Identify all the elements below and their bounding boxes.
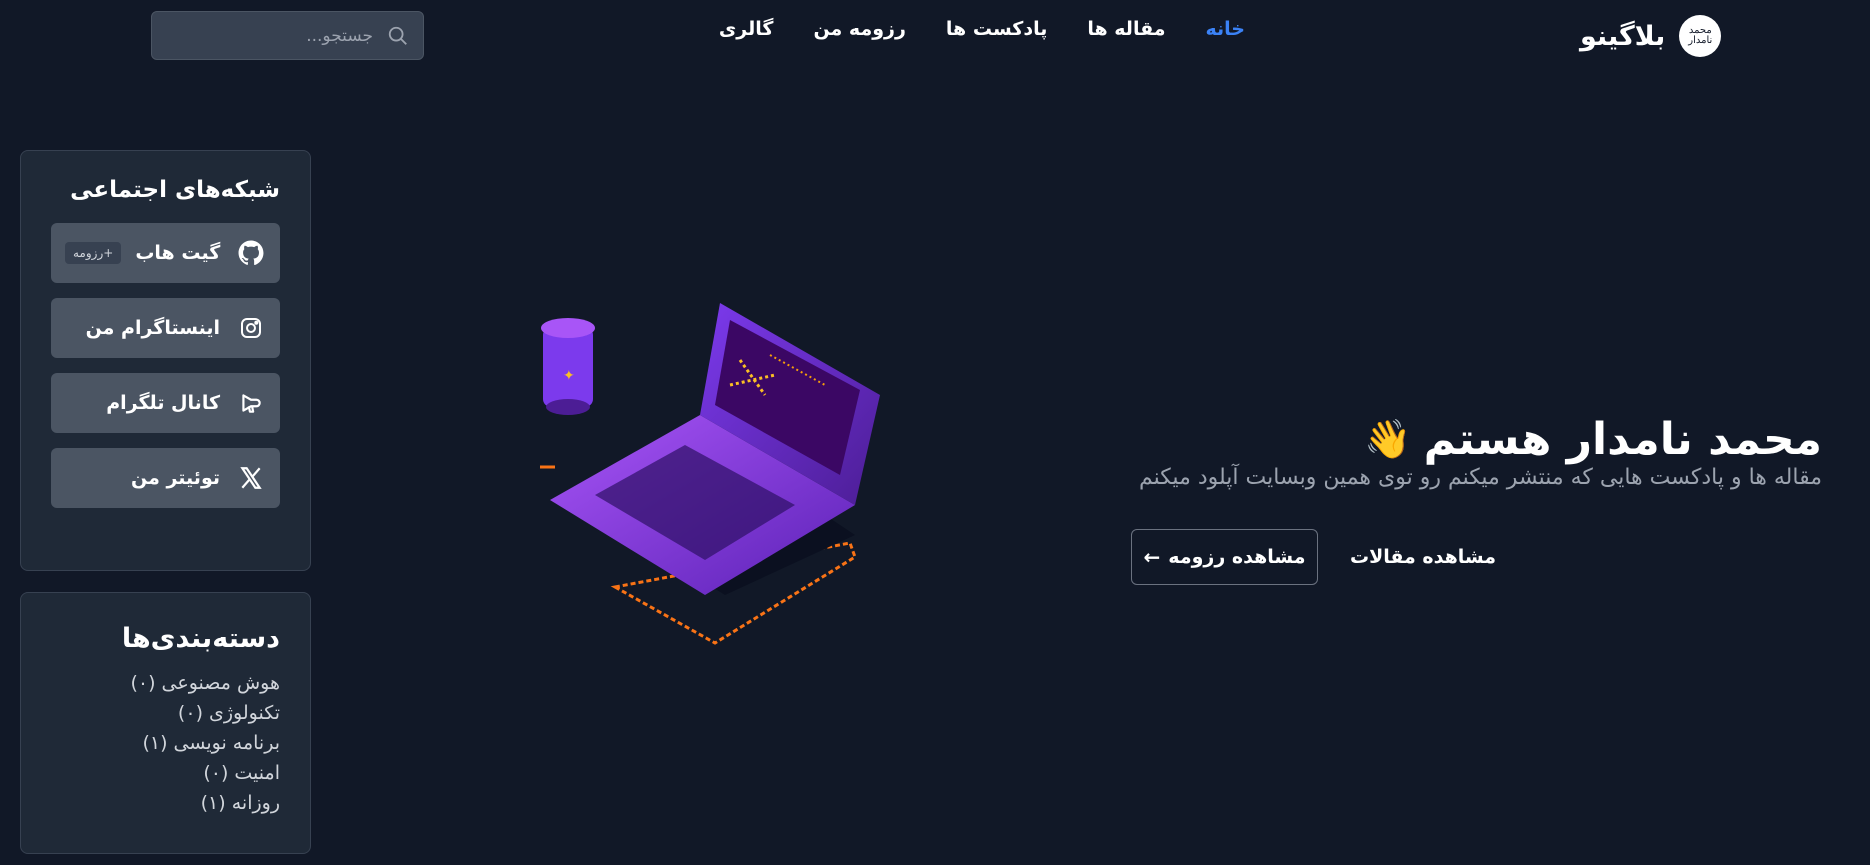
brand[interactable]: محمد نامدار بلاگینو xyxy=(1580,15,1722,57)
instagram-icon xyxy=(236,313,266,343)
x-icon xyxy=(236,463,266,493)
nav-resume[interactable]: رزومه من xyxy=(813,18,905,40)
social-github-label: گیت هاب xyxy=(135,242,221,264)
nav-gallery[interactable]: گالری xyxy=(719,18,774,40)
waving-hand-icon: 👋 xyxy=(1364,417,1412,462)
view-resume-label: مشاهده رزومه xyxy=(1168,546,1306,568)
arrow-left-icon: ← xyxy=(1143,545,1161,569)
category-daily[interactable]: روزانه (۱) xyxy=(51,788,280,818)
social-telegram-button[interactable]: کانال تلگرام xyxy=(51,373,280,433)
social-twitter-label: توئیتر من xyxy=(131,467,220,489)
resume-badge: +رزومه xyxy=(65,242,122,264)
nav-podcasts[interactable]: پادکست ها xyxy=(946,18,1047,40)
main-nav: خانه مقاله ها پادکست ها رزومه من گالری xyxy=(719,18,1245,40)
svg-text:✦: ✦ xyxy=(563,368,575,384)
nav-home[interactable]: خانه xyxy=(1206,18,1245,40)
hero-title: محمد نامدار هستم 👋 xyxy=(1364,414,1822,465)
megaphone-icon xyxy=(236,388,266,418)
category-security[interactable]: امنیت (۰) xyxy=(51,758,280,788)
social-card: شبکه‌های اجتماعی گیت هاب +رزومه اینستاگر… xyxy=(20,150,311,571)
search-icon[interactable] xyxy=(387,25,409,47)
page: محمد نامدار بلاگینو خانه مقاله ها پادکست… xyxy=(0,0,1870,865)
category-list: هوش مصنوعی (۰) تکنولوژی (۰) برنامه نویسی… xyxy=(51,668,280,818)
view-resume-button[interactable]: مشاهده رزومه ← xyxy=(1131,529,1318,585)
hero-subtitle: مقاله ها و پادکست هایی که منتشر میکنم رو… xyxy=(1139,465,1822,490)
github-icon xyxy=(236,238,266,268)
brand-name: بلاگینو xyxy=(1580,20,1666,52)
categories-title: دسته‌بندی‌ها xyxy=(121,623,280,654)
nav-articles[interactable]: مقاله ها xyxy=(1087,18,1165,40)
search-box xyxy=(151,11,424,60)
social-instagram-label: اینستاگرام من xyxy=(85,317,220,339)
category-ai[interactable]: هوش مصنوعی (۰) xyxy=(51,668,280,698)
hero-title-text: محمد نامدار هستم xyxy=(1423,414,1822,466)
social-github-button[interactable]: گیت هاب +رزومه xyxy=(51,223,280,283)
social-title: شبکه‌های اجتماعی xyxy=(70,177,280,203)
laptop-illustration: ✦ xyxy=(540,303,880,645)
view-articles-button[interactable]: مشاهده مقالات xyxy=(1340,529,1506,585)
category-technology[interactable]: تکنولوژی (۰) xyxy=(51,698,280,728)
social-telegram-label: کانال تلگرام xyxy=(106,392,220,414)
header: محمد نامدار بلاگینو خانه مقاله ها پادکست… xyxy=(0,0,1870,70)
search-input[interactable] xyxy=(175,24,375,47)
categories-card: دسته‌بندی‌ها هوش مصنوعی (۰) تکنولوژی (۰)… xyxy=(20,592,311,854)
social-instagram-button[interactable]: اینستاگرام من xyxy=(51,298,280,358)
social-twitter-button[interactable]: توئیتر من xyxy=(51,448,280,508)
category-programming[interactable]: برنامه نویسی (۱) xyxy=(51,728,280,758)
brand-logo: محمد نامدار xyxy=(1679,15,1722,57)
